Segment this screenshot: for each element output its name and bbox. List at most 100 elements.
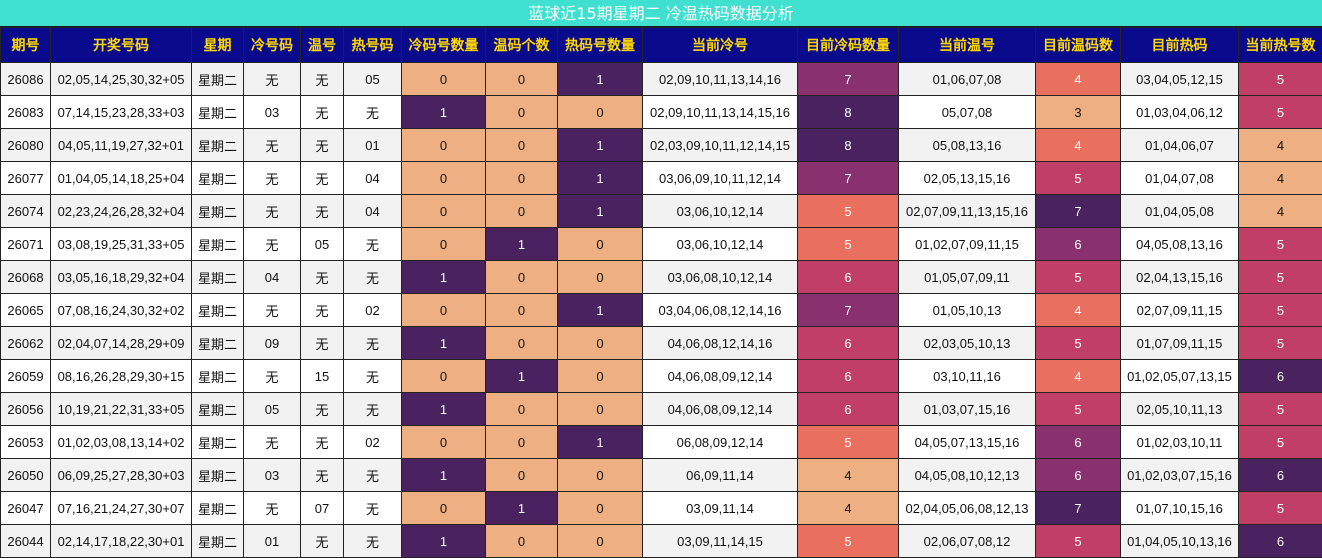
cell-cold: 无 xyxy=(244,195,301,228)
cell-issue: 26047 xyxy=(1,492,51,525)
cell-hot-count: 1 xyxy=(558,195,643,228)
cell-cur-cold-count: 4 xyxy=(798,492,899,525)
cell-issue: 26074 xyxy=(1,195,51,228)
cell-cur-warm: 02,03,05,10,13 xyxy=(899,327,1036,360)
cell-cur-warm: 01,02,07,09,11,15 xyxy=(899,228,1036,261)
cell-hot: 无 xyxy=(344,261,402,294)
cell-cur-cold-count: 5 xyxy=(798,228,899,261)
cell-issue: 26050 xyxy=(1,459,51,492)
cell-cur-warm: 05,07,08 xyxy=(899,96,1036,129)
cell-cur-warm: 04,05,08,10,12,13 xyxy=(899,459,1036,492)
cell-cold-count: 0 xyxy=(402,360,486,393)
cell-cur-warm-count: 4 xyxy=(1036,294,1121,327)
cell-cur-warm-count: 5 xyxy=(1036,327,1121,360)
cell-cur-warm-count: 6 xyxy=(1036,228,1121,261)
header-issue: 期号 xyxy=(1,28,51,63)
cell-issue: 26071 xyxy=(1,228,51,261)
cell-hot: 01 xyxy=(344,129,402,162)
cell-cur-hot: 02,07,09,11,15 xyxy=(1121,294,1239,327)
cell-cur-warm-count: 4 xyxy=(1036,360,1121,393)
cell-hot-count: 0 xyxy=(558,327,643,360)
table-row: 2608602,05,14,25,30,32+05星期二无无0500102,09… xyxy=(1,63,1322,96)
cell-hot: 05 xyxy=(344,63,402,96)
cell-cur-warm: 01,05,07,09,11 xyxy=(899,261,1036,294)
cell-cold-count: 1 xyxy=(402,261,486,294)
header-cold-count: 冷码号数量 xyxy=(402,28,486,63)
cell-hot: 02 xyxy=(344,294,402,327)
cell-cur-hot: 01,03,04,06,12 xyxy=(1121,96,1239,129)
cell-issue: 26077 xyxy=(1,162,51,195)
table-row: 2604707,16,21,24,27,30+07星期二无07无01003,09… xyxy=(1,492,1322,525)
cell-hot-count: 1 xyxy=(558,63,643,96)
cell-warm-count: 1 xyxy=(486,492,558,525)
cell-weekday: 星期二 xyxy=(192,162,244,195)
cell-warm: 无 xyxy=(301,63,344,96)
cell-cur-hot: 01,02,03,10,11 xyxy=(1121,426,1239,459)
cell-hot-count: 0 xyxy=(558,393,643,426)
cell-numbers: 07,14,15,23,28,33+03 xyxy=(51,96,192,129)
cell-cur-warm-count: 5 xyxy=(1036,162,1121,195)
cell-warm-count: 1 xyxy=(486,228,558,261)
cell-weekday: 星期二 xyxy=(192,294,244,327)
cell-cold-count: 1 xyxy=(402,393,486,426)
cell-cold: 无 xyxy=(244,228,301,261)
cell-warm-count: 0 xyxy=(486,261,558,294)
cell-warm: 无 xyxy=(301,162,344,195)
table-row: 2607701,04,05,14,18,25+04星期二无无0400103,06… xyxy=(1,162,1322,195)
cell-cold: 04 xyxy=(244,261,301,294)
cell-cur-hot: 01,04,07,08 xyxy=(1121,162,1239,195)
cell-hot: 无 xyxy=(344,525,402,558)
cell-cur-hot-count: 6 xyxy=(1239,360,1322,393)
cell-cur-hot: 02,04,13,15,16 xyxy=(1121,261,1239,294)
cell-cur-hot-count: 5 xyxy=(1239,228,1322,261)
header-cur-hot: 目前热码 xyxy=(1121,28,1239,63)
cell-cur-cold: 04,06,08,12,14,16 xyxy=(643,327,798,360)
cell-numbers: 07,16,21,24,27,30+07 xyxy=(51,492,192,525)
table-title: 蓝球近15期星期二 冷温热码数据分析 xyxy=(0,0,1322,27)
cell-cold-count: 0 xyxy=(402,426,486,459)
cell-cur-warm-count: 5 xyxy=(1036,393,1121,426)
cell-cur-cold: 06,09,11,14 xyxy=(643,459,798,492)
cell-numbers: 02,05,14,25,30,32+05 xyxy=(51,63,192,96)
cell-cur-cold: 02,09,10,11,13,14,15,16 xyxy=(643,96,798,129)
cell-hot: 无 xyxy=(344,228,402,261)
cell-hot-count: 1 xyxy=(558,426,643,459)
header-cold: 冷号码 xyxy=(244,28,301,63)
header-cur-warm-count: 目前温码数 xyxy=(1036,28,1121,63)
cell-numbers: 08,16,26,28,29,30+15 xyxy=(51,360,192,393)
cell-cur-cold-count: 5 xyxy=(798,195,899,228)
cell-numbers: 02,04,07,14,28,29+09 xyxy=(51,327,192,360)
header-cur-cold-count: 目前冷码数量 xyxy=(798,28,899,63)
cell-issue: 26065 xyxy=(1,294,51,327)
cell-warm-count: 0 xyxy=(486,63,558,96)
cell-cold: 无 xyxy=(244,129,301,162)
header-warm: 温号 xyxy=(301,28,344,63)
cell-issue: 26056 xyxy=(1,393,51,426)
cell-cold: 03 xyxy=(244,96,301,129)
cell-cold: 无 xyxy=(244,294,301,327)
cell-cur-warm-count: 5 xyxy=(1036,261,1121,294)
cell-numbers: 01,02,03,08,13,14+02 xyxy=(51,426,192,459)
cell-cur-warm: 03,10,11,16 xyxy=(899,360,1036,393)
cell-cur-cold: 03,09,11,14,15 xyxy=(643,525,798,558)
cell-cur-cold: 03,06,10,12,14 xyxy=(643,228,798,261)
cell-cur-warm: 01,05,10,13 xyxy=(899,294,1036,327)
cell-hot: 无 xyxy=(344,393,402,426)
cell-hot-count: 0 xyxy=(558,261,643,294)
cell-warm: 15 xyxy=(301,360,344,393)
cell-cur-hot: 02,05,10,11,13 xyxy=(1121,393,1239,426)
cell-cold-count: 0 xyxy=(402,63,486,96)
cell-numbers: 07,08,16,24,30,32+02 xyxy=(51,294,192,327)
cell-cur-cold: 02,03,09,10,11,12,14,15 xyxy=(643,129,798,162)
cell-hot: 无 xyxy=(344,327,402,360)
cell-hot-count: 0 xyxy=(558,360,643,393)
cell-cur-warm: 02,04,05,06,08,12,13 xyxy=(899,492,1036,525)
cell-cold-count: 0 xyxy=(402,492,486,525)
cell-weekday: 星期二 xyxy=(192,129,244,162)
cell-cur-cold: 03,09,11,14 xyxy=(643,492,798,525)
cell-cold-count: 1 xyxy=(402,327,486,360)
cell-cur-cold-count: 8 xyxy=(798,96,899,129)
table-row: 2606202,04,07,14,28,29+09星期二09无无10004,06… xyxy=(1,327,1322,360)
cell-cur-cold: 03,06,10,12,14 xyxy=(643,195,798,228)
header-hot: 热号码 xyxy=(344,28,402,63)
